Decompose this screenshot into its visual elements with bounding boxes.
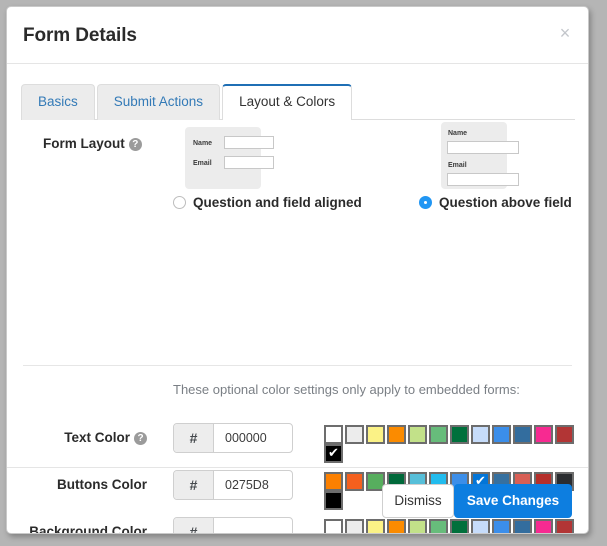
modal-footer: Dismiss Save Changes	[7, 467, 588, 533]
color-swatch[interactable]	[492, 425, 511, 444]
radio-label: Question above field	[439, 195, 572, 210]
hex-input-group: #000000	[173, 423, 293, 453]
color-swatch[interactable]	[429, 425, 448, 444]
color-swatch[interactable]	[387, 425, 406, 444]
preview-email-label: Email	[448, 162, 467, 169]
color-swatch[interactable]	[408, 425, 427, 444]
form-layout-label-text: Form Layout	[43, 136, 125, 151]
hash-icon: #	[174, 424, 214, 452]
help-icon[interactable]: ?	[134, 432, 147, 445]
color-swatch[interactable]	[534, 425, 553, 444]
layout-preview-above[interactable]: Name Email	[441, 122, 519, 189]
form-details-modal: Form Details × Basics Submit Actions Layou…	[6, 6, 589, 534]
color-swatch-list: ✔	[324, 425, 588, 463]
preview-name-label: Name	[448, 130, 468, 137]
modal-body: Form Layout? Name Email Name Email Quest…	[7, 120, 588, 533]
color-row-label: Text Color?	[64, 430, 147, 445]
close-icon[interactable]: ×	[556, 24, 574, 42]
preview-email-label: Email	[193, 160, 212, 167]
form-layout-label: Form Layout?	[43, 136, 142, 151]
color-swatch[interactable]	[471, 425, 490, 444]
color-swatch[interactable]: ✔	[324, 444, 343, 463]
color-row: Text Color? #000000 ✔	[7, 423, 588, 463]
page-title: Form Details	[23, 25, 137, 46]
check-icon: ✔	[328, 446, 339, 461]
radio-dot[interactable]	[173, 196, 186, 209]
tab-layout-colors[interactable]: Layout & Colors	[222, 84, 353, 121]
radio-dot[interactable]	[419, 196, 432, 209]
hex-color-input[interactable]: 000000	[214, 424, 267, 452]
preview-email-input	[224, 156, 274, 169]
color-swatch[interactable]	[513, 425, 532, 444]
color-swatch[interactable]	[450, 425, 469, 444]
layout-preview-aligned[interactable]: Name Email	[185, 127, 274, 189]
form-layout-row: Form Layout? Name Email Name Email Quest…	[7, 120, 588, 228]
section-divider	[23, 365, 572, 366]
color-swatch[interactable]	[366, 425, 385, 444]
color-swatch[interactable]	[324, 425, 343, 444]
tab-bar: Basics Submit Actions Layout & Colors	[21, 84, 575, 121]
dismiss-button[interactable]: Dismiss	[382, 484, 454, 518]
preview-email-input	[447, 173, 519, 186]
modal-header: Form Details ×	[7, 7, 588, 64]
preview-name-label: Name	[193, 140, 213, 147]
radio-question-above-field[interactable]: Question above field	[419, 195, 572, 210]
color-swatch[interactable]	[345, 425, 364, 444]
radio-label: Question and field aligned	[193, 195, 362, 210]
radio-question-and-field-aligned[interactable]: Question and field aligned	[173, 195, 362, 210]
preview-name-input	[224, 136, 274, 149]
save-changes-button[interactable]: Save Changes	[454, 484, 572, 518]
color-settings-note: These optional color settings only apply…	[173, 382, 520, 397]
preview-name-input	[447, 141, 519, 154]
tab-submit-actions[interactable]: Submit Actions	[96, 84, 221, 120]
help-icon[interactable]: ?	[128, 138, 142, 151]
color-row-label-text: Text Color	[64, 430, 130, 445]
tab-basics[interactable]: Basics	[21, 84, 95, 120]
color-swatch[interactable]	[555, 425, 574, 444]
